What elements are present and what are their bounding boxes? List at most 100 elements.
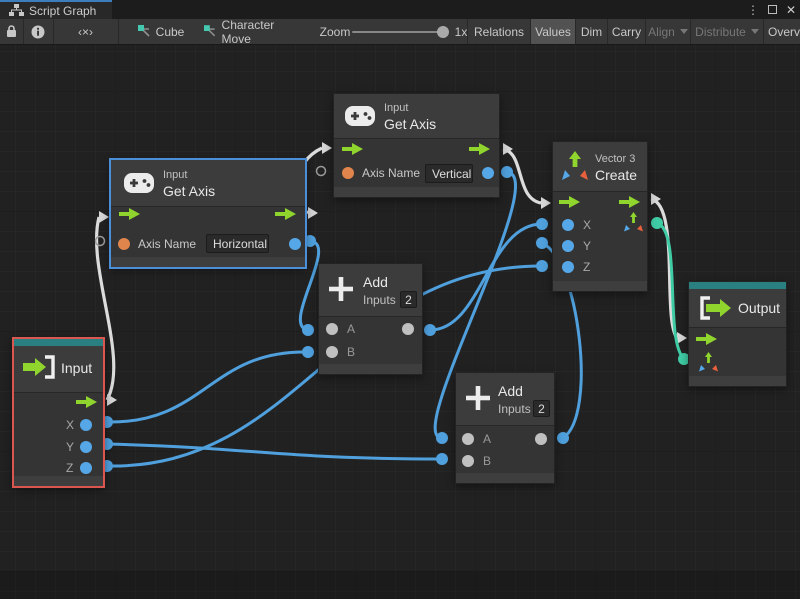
wire-endpoint-dot[interactable] (424, 324, 436, 336)
add-icon (466, 386, 490, 410)
vector3-value-port-icon[interactable] (699, 352, 718, 372)
axis-name-field[interactable]: Horizontal (206, 234, 269, 253)
wire-endpoint-dot[interactable] (302, 324, 314, 336)
zoom-slider-track[interactable] (352, 31, 444, 33)
inputs-count-field[interactable]: 2 (400, 291, 417, 308)
node-get-axis-horizontal[interactable]: Input Get Axis Axis Name Horizontal (110, 159, 306, 268)
node-graph-output[interactable]: Output (688, 281, 787, 387)
inputs-label: Inputs (498, 402, 531, 416)
tab-title: Script Graph (29, 4, 96, 18)
graph-toolbar: ‹×› Cube Character Move Zoom 1x R (0, 19, 800, 45)
port-label-x: X (583, 218, 591, 232)
port-label-x: X (66, 418, 74, 432)
flow-out-arrow[interactable] (469, 143, 491, 155)
info-icon (31, 25, 45, 39)
wire-input-y-to-add2-b[interactable] (107, 444, 442, 459)
node-add-2[interactable]: Add Inputs 2 A B (455, 372, 555, 484)
port-label-y: Y (583, 239, 591, 253)
port-b[interactable] (462, 455, 474, 467)
tab-script-graph[interactable]: Script Graph (0, 0, 112, 19)
wire-endpoint-dot[interactable] (302, 346, 314, 358)
node-vector3-create[interactable]: Vector 3 Create X Y Z (552, 141, 648, 292)
port-result[interactable] (289, 238, 301, 250)
wire-input-x-to-add1-b[interactable] (107, 352, 308, 422)
flow-out-arrow[interactable] (619, 196, 641, 208)
port-y[interactable] (80, 441, 92, 453)
port-z[interactable] (80, 462, 92, 474)
wire-endpoint-dot[interactable] (557, 432, 569, 444)
wire-endpoint-dot[interactable] (436, 453, 448, 465)
graph-ref-cube[interactable]: Cube (132, 19, 190, 44)
port-axis-name[interactable] (118, 238, 130, 250)
flow-in-arrow[interactable] (119, 208, 141, 220)
port-y[interactable] (562, 240, 574, 252)
toggle-dim[interactable]: Dim (576, 19, 607, 44)
port-axis-name[interactable] (342, 167, 354, 179)
wire-arrowhead (308, 207, 318, 219)
port-label-a: A (483, 432, 491, 446)
flow-out-arrow[interactable] (275, 208, 297, 220)
lock-button[interactable] (0, 19, 22, 44)
gamepad-icon (124, 173, 154, 193)
flow-in-arrow[interactable] (696, 333, 718, 345)
wire-endpoint-dot[interactable] (436, 432, 448, 444)
wire-endpoint-dot[interactable] (536, 218, 548, 230)
port-sum[interactable] (402, 323, 414, 335)
port-a[interactable] (462, 433, 474, 445)
toggle-values[interactable]: Values (531, 19, 575, 44)
node-footer (334, 187, 499, 197)
node-title: Add (363, 274, 388, 290)
port-a[interactable] (326, 323, 338, 335)
port-z[interactable] (562, 261, 574, 273)
menu-kebab-icon[interactable]: ⋮ (747, 4, 759, 16)
flow-in-arrow[interactable] (342, 143, 364, 155)
window-controls: ⋮ ✕ (747, 0, 796, 19)
node-add-1[interactable]: Add Inputs 2 A B (318, 263, 423, 375)
vector3-result-port-icon[interactable] (624, 212, 643, 232)
zoom-slider-knob[interactable] (437, 26, 449, 38)
api-button[interactable]: ‹×› (54, 19, 117, 44)
port-b[interactable] (326, 346, 338, 358)
inputs-count-field[interactable]: 2 (533, 400, 550, 417)
node-category: Input (384, 102, 408, 114)
dropdown-align[interactable]: Align (646, 19, 690, 44)
node-footer (319, 364, 422, 374)
vector3-icon (561, 151, 589, 181)
graph-ref-character-move[interactable]: Character Move (204, 19, 304, 44)
wire-arrowhead (677, 332, 687, 344)
maximize-icon[interactable] (768, 5, 777, 14)
node-get-axis-vertical[interactable]: Input Get Axis Axis Name Vertical (333, 93, 500, 198)
graph-canvas[interactable]: Input X Y Z Input Get Axis (0, 45, 800, 599)
toggle-overview[interactable]: Overview (764, 19, 800, 44)
node-graph-input[interactable]: Input X Y Z (12, 337, 105, 488)
script-graph-asset-icon (138, 25, 151, 38)
wire-endpoint-dot[interactable] (536, 260, 548, 272)
port-label-b: B (483, 454, 491, 468)
wire-endpoint-dot[interactable] (501, 166, 513, 178)
port-x[interactable] (80, 419, 92, 431)
flow-in-arrow[interactable] (559, 196, 581, 208)
graph-ref-label: Cube (156, 25, 185, 39)
add-icon (329, 277, 353, 301)
wire-endpoint-dot[interactable] (651, 217, 663, 229)
node-accent-bar (14, 339, 103, 346)
port-x[interactable] (562, 219, 574, 231)
wire-endpoint-dot[interactable] (536, 237, 548, 249)
flow-out-arrow[interactable] (76, 396, 98, 408)
info-button[interactable] (24, 19, 52, 44)
node-title: Add (498, 383, 523, 399)
lock-icon (6, 25, 17, 38)
port-label-z: Z (66, 461, 73, 475)
chevron-down-icon (680, 29, 688, 34)
port-sum[interactable] (535, 433, 547, 445)
toggle-relations[interactable]: Relations (468, 19, 530, 44)
axis-name-field[interactable]: Vertical (425, 164, 473, 183)
close-icon[interactable]: ✕ (786, 4, 796, 16)
wire-add1-result-to-vector3-x[interactable] (430, 224, 542, 330)
toggle-carry[interactable]: Carry (608, 19, 645, 44)
dropdown-distribute[interactable]: Distribute (691, 19, 763, 44)
graph-input-icon (22, 354, 56, 380)
chevron-down-icon (751, 29, 759, 34)
port-result[interactable] (482, 167, 494, 179)
unconnected-port-indicator[interactable] (317, 167, 326, 176)
